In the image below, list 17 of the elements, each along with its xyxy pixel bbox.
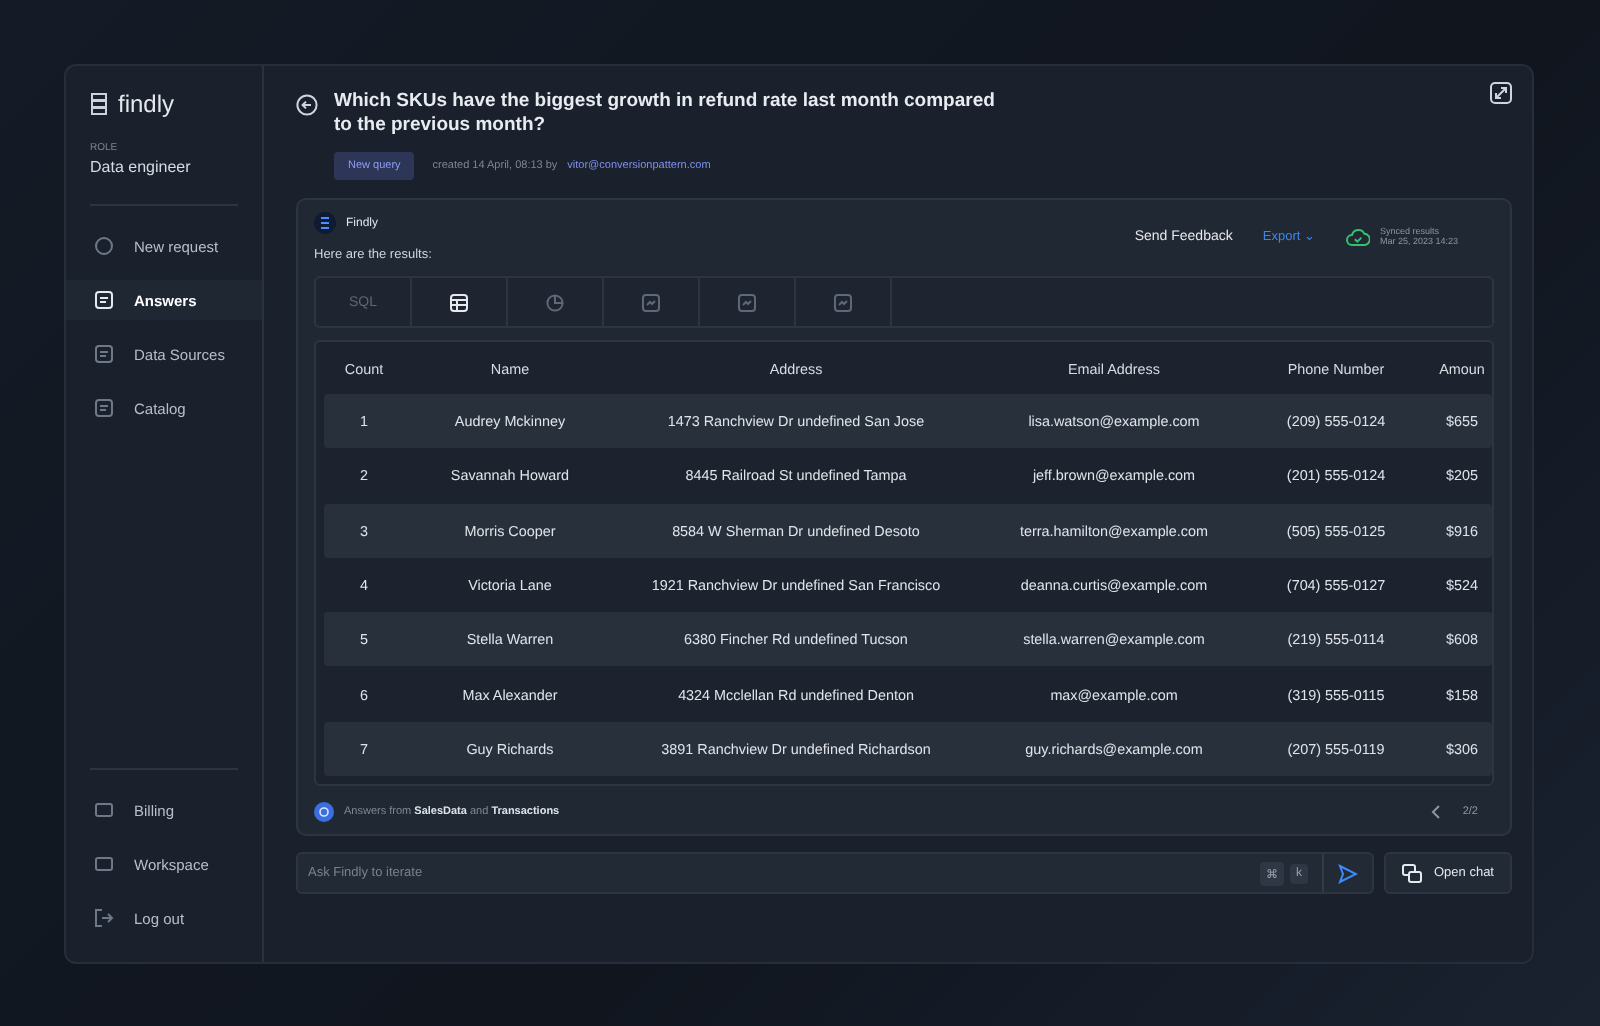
logout-icon: [94, 908, 114, 928]
question-title: Which SKUs have the biggest growth in refund rate last month compared to the previous month?: [334, 90, 997, 138]
previous-icon[interactable]: [1430, 804, 1443, 821]
table-icon: [450, 293, 468, 311]
back-icon[interactable]: [296, 94, 318, 116]
logo-icon: [90, 92, 110, 116]
role-value: Data engineer: [88, 158, 193, 176]
chat-bubbles-icon: [1402, 863, 1422, 884]
chat-icon: [94, 290, 114, 310]
source-icon: [314, 802, 334, 823]
send-icon[interactable]: [1338, 863, 1358, 884]
line-chart-icon: [642, 293, 660, 311]
cloud-check-icon: [1345, 227, 1370, 245]
expand-icon[interactable]: [1490, 82, 1512, 104]
bot-avatar-icon: [314, 212, 336, 234]
pie-chart-icon: [546, 293, 564, 311]
logo-text: findly: [118, 90, 175, 118]
